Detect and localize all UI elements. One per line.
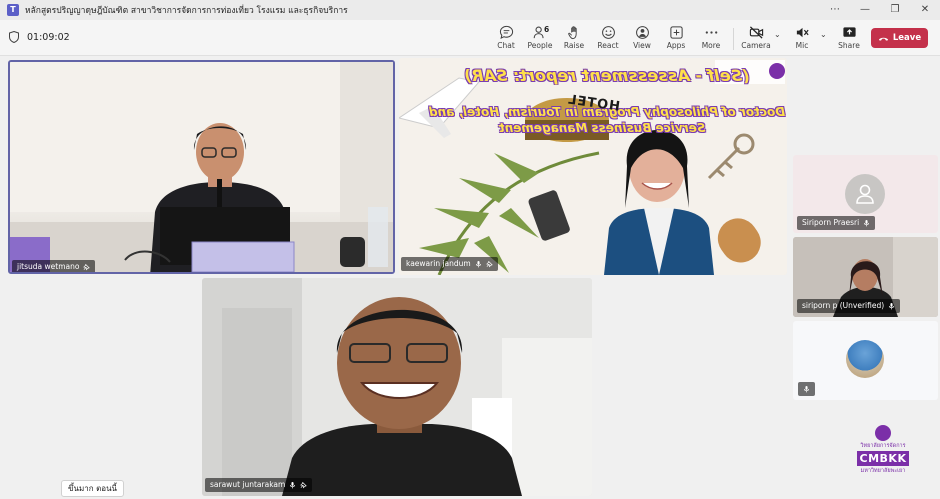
university-seal-icon xyxy=(875,425,891,441)
name-label-siriporn-p: siriporn p (Unverified) xyxy=(797,299,901,313)
camera-options-chevron-icon[interactable]: ⌄ xyxy=(774,30,781,39)
close-window-button[interactable]: ✕ xyxy=(910,0,940,20)
mic-options-chevron-icon[interactable]: ⌄ xyxy=(820,30,827,39)
camera-label: Camera xyxy=(741,41,771,50)
camera-button[interactable]: Camera xyxy=(741,23,771,53)
view-button[interactable]: View xyxy=(632,23,652,53)
hang-up-icon xyxy=(878,37,888,41)
mic-label: Mic xyxy=(795,41,809,50)
video-tile-siriporn-praesri[interactable]: Siriporn Praesri xyxy=(793,155,938,233)
view-label: View xyxy=(633,41,651,50)
window-controls: ⋯ — ❐ ✕ xyxy=(820,0,940,20)
pin-icon[interactable] xyxy=(485,260,493,268)
video-tile-kaewarin[interactable]: (Self - Assessment report: SAR) Doctor o… xyxy=(399,58,787,275)
apps-button[interactable]: Apps xyxy=(666,23,686,53)
video-tile-sarawut[interactable]: sarawut juntarakam xyxy=(202,278,592,496)
meeting-toolbar: 01:09:02 Chat People 6 Raise React View … xyxy=(0,20,940,56)
title-bar: T หลักสูตรปริญญาดุษฎีบัณฑิต สาขาวิชาการจ… xyxy=(0,0,940,20)
background-text-line3: Service Business Management xyxy=(499,121,706,135)
chat-icon xyxy=(499,25,513,40)
person-icon xyxy=(856,184,874,204)
view-icon xyxy=(635,26,649,39)
video-tile-jitsuda[interactable]: jitsuda wetmano xyxy=(8,60,395,274)
raise-hand-button[interactable]: Raise xyxy=(564,23,584,53)
name-label-kaewarin: kaewarin jandum xyxy=(401,257,498,271)
participant-name: siriporn p (Unverified) xyxy=(802,301,885,310)
pin-icon[interactable] xyxy=(300,481,308,489)
logo-mark: CMBKK xyxy=(856,451,910,466)
teams-app-icon: T xyxy=(7,4,19,16)
participant-name: kaewarin jandum xyxy=(406,259,471,268)
background-text-line1: (Self - Assessment report: SAR) xyxy=(464,66,750,85)
participant-video-jitsuda xyxy=(10,62,393,272)
logo-text-bottom: มหาวิทยาลัยพะเยา xyxy=(860,468,906,474)
react-label: React xyxy=(597,41,619,50)
video-tile-participant-6[interactable] xyxy=(793,321,938,400)
mic-muted-icon xyxy=(803,385,810,393)
react-button[interactable]: React xyxy=(597,23,619,53)
meeting-timer: 01:09:02 xyxy=(27,32,70,43)
participant-video-sarawut xyxy=(202,278,592,496)
raise-hand-icon xyxy=(567,26,577,40)
name-label-jitsuda: jitsuda wetmano xyxy=(12,260,96,272)
name-label-sarawut: sarawut juntarakam xyxy=(205,478,313,492)
leave-button[interactable]: Leave xyxy=(871,28,928,48)
mic-muted-icon xyxy=(290,481,296,489)
more-label: More xyxy=(701,41,721,50)
share-icon xyxy=(842,27,856,37)
more-icon xyxy=(705,31,717,34)
cmbkk-logo: วิทยาลัยการจัดการ CMBKK มหาวิทยาลัยพะเยา xyxy=(853,425,913,481)
maximize-button[interactable]: ❐ xyxy=(880,0,910,20)
shield-icon xyxy=(9,31,19,43)
mic-muted-icon xyxy=(864,219,870,227)
logo-text-top: วิทยาลัยการจัดการ xyxy=(860,443,906,449)
more-button[interactable]: More xyxy=(700,23,722,53)
pin-icon[interactable] xyxy=(83,263,91,271)
apps-label: Apps xyxy=(666,41,686,50)
camera-off-icon xyxy=(749,26,763,39)
name-label-siriporn-praesri: Siriporn Praesri xyxy=(797,216,876,230)
participant-video-kaewarin xyxy=(399,58,787,275)
mic-off-icon xyxy=(796,27,809,38)
minimize-button[interactable]: — xyxy=(850,0,880,20)
window-title: หลักสูตรปริญญาดุษฎีบัณฑิต สาขาวิชาการจัด… xyxy=(25,6,348,16)
toolbar-divider xyxy=(733,28,734,50)
share-button[interactable]: Share xyxy=(838,23,860,53)
mic-muted-badge xyxy=(798,382,815,396)
apps-icon xyxy=(669,26,683,39)
raise-label: Raise xyxy=(563,41,585,50)
caption-chip: ขึ้นมาก ตอนนี้ xyxy=(61,480,125,497)
mic-muted-icon xyxy=(889,302,895,310)
leave-label: Leave xyxy=(892,33,922,43)
smiley-icon xyxy=(601,26,615,39)
participant-name: jitsuda wetmano xyxy=(17,262,80,271)
people-label: People xyxy=(527,41,553,50)
mic-muted-icon xyxy=(475,260,481,268)
participant-name: Siriporn Praesri xyxy=(802,218,860,227)
chat-button[interactable]: Chat xyxy=(495,23,517,53)
more-options-icon[interactable]: ⋯ xyxy=(820,0,850,20)
chat-label: Chat xyxy=(497,41,515,50)
avatar xyxy=(846,340,884,378)
people-count-badge: 6 xyxy=(544,25,550,34)
video-tile-siriporn-p[interactable]: siriporn p (Unverified) xyxy=(793,237,938,317)
share-label: Share xyxy=(838,41,860,50)
mic-button[interactable]: Mic xyxy=(793,23,811,53)
avatar xyxy=(845,174,885,214)
participant-name: sarawut juntarakam xyxy=(210,480,286,489)
